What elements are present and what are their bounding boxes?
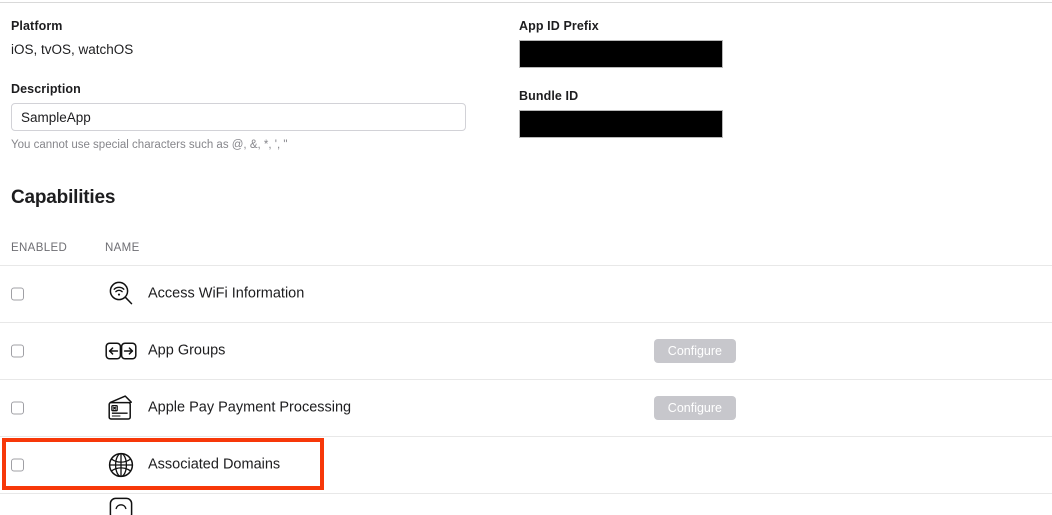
capability-checkbox-access-wifi-information[interactable] (11, 287, 24, 301)
column-header-enabled: ENABLED (11, 242, 68, 254)
capabilities-title: Capabilities (11, 187, 116, 208)
description-field: Description You cannot use special chara… (11, 81, 481, 153)
capability-checkbox-app-groups[interactable] (11, 344, 24, 358)
field-spacer (11, 59, 481, 81)
table-row[interactable]: Associated Domains (0, 436, 1052, 493)
details-right-column: App ID Prefix Bundle ID (519, 18, 819, 138)
bundle-id-field: Bundle ID (519, 88, 819, 138)
platform-value: iOS, tvOS, watchOS (11, 42, 134, 57)
platform-label: Platform (11, 19, 63, 33)
app-id-prefix-field: App ID Prefix (519, 18, 819, 68)
capabilities-column-headers: ENABLED NAME (0, 241, 1052, 263)
description-helper-text: You cannot use special characters such a… (11, 139, 288, 151)
app-id-configuration-page: Platform iOS, tvOS, watchOS Description … (0, 0, 1052, 515)
description-input[interactable] (11, 103, 466, 131)
table-row[interactable] (0, 493, 1052, 515)
capabilities-table: Access WiFi Information App Groups Confi… (0, 265, 1052, 515)
platform-field: Platform iOS, tvOS, watchOS (11, 18, 481, 59)
capability-name: Access WiFi Information (148, 285, 305, 302)
wifi-magnifier-icon (102, 275, 140, 313)
description-label: Description (11, 82, 81, 96)
capability-name: Associated Domains (148, 456, 281, 473)
app-id-prefix-redacted-value (519, 40, 723, 68)
column-header-name: NAME (105, 242, 140, 254)
capability-name: App Groups (148, 342, 226, 359)
table-row[interactable]: App Groups Configure (0, 322, 1052, 379)
field-spacer (519, 68, 819, 88)
top-divider (0, 2, 1052, 3)
globe-icon (102, 446, 140, 484)
app-id-prefix-label: App ID Prefix (519, 19, 599, 33)
partial-capability-icon (102, 494, 140, 515)
configure-button-apple-pay-payment-processing[interactable]: Configure (653, 396, 736, 420)
details-left-column: Platform iOS, tvOS, watchOS Description … (11, 18, 481, 153)
capability-name: Apple Pay Payment Processing (148, 399, 352, 416)
bundle-id-redacted-value (519, 110, 723, 138)
capability-checkbox-apple-pay-payment-processing[interactable] (11, 401, 24, 415)
bundle-id-label: Bundle ID (519, 89, 579, 103)
table-row[interactable]: Access WiFi Information (0, 265, 1052, 322)
capability-checkbox-associated-domains[interactable] (11, 458, 24, 472)
app-groups-icon (102, 332, 140, 370)
payment-cards-icon (102, 389, 140, 427)
configure-button-app-groups[interactable]: Configure (653, 339, 736, 363)
table-row[interactable]: Apple Pay Payment Processing Configure (0, 379, 1052, 436)
